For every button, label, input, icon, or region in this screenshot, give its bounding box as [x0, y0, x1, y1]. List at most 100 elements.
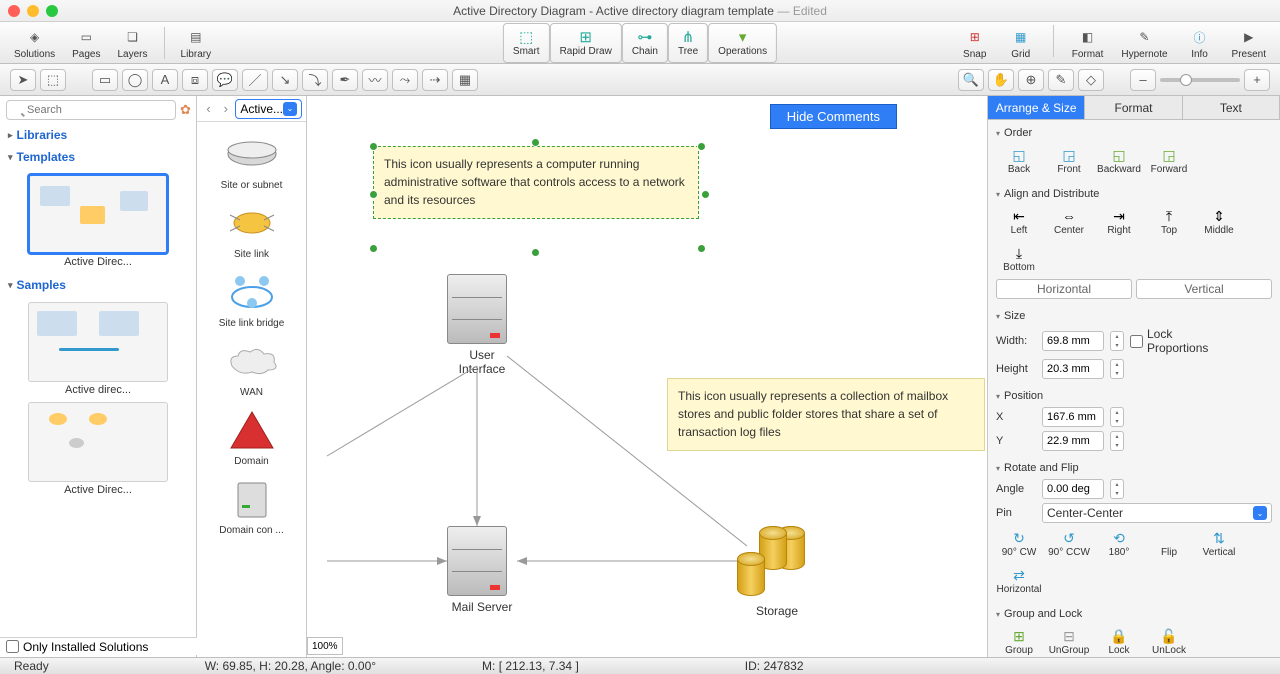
tab-format[interactable]: Format: [1085, 96, 1182, 119]
stencil-site-subnet[interactable]: Site or subnet: [197, 126, 306, 195]
libraries-header[interactable]: Libraries: [0, 124, 196, 146]
align-left[interactable]: ⇤Left: [996, 205, 1042, 238]
align-section[interactable]: Align and Distribute: [996, 185, 1272, 203]
select-tool[interactable]: ⬚: [40, 69, 66, 91]
only-installed-checkbox[interactable]: Only Installed Solutions: [0, 637, 197, 655]
table-tool[interactable]: ▦: [452, 69, 478, 91]
size-section[interactable]: Size: [996, 307, 1272, 325]
hide-comments-button[interactable]: Hide Comments: [770, 104, 897, 129]
flip-horizontal[interactable]: ⇄Horizontal: [996, 564, 1042, 597]
rotate-ccw[interactable]: ↺90° CCW: [1046, 527, 1092, 560]
forward-button[interactable]: ◲Forward: [1146, 144, 1192, 177]
node-user-interface[interactable]: User Interface: [447, 274, 517, 364]
samples-header[interactable]: Samples: [0, 274, 196, 296]
rotate-section[interactable]: Rotate and Flip: [996, 459, 1272, 477]
info-button[interactable]: ⓘInfo: [1178, 25, 1222, 60]
back-button[interactable]: ◱Back: [996, 144, 1042, 177]
x-input[interactable]: [1042, 407, 1104, 427]
ungroup-button[interactable]: ⊟UnGroup: [1046, 625, 1092, 657]
unlock-button[interactable]: 🔓UnLock: [1146, 625, 1192, 657]
chain-button[interactable]: ⊶Chain: [622, 23, 668, 63]
connector-tool[interactable]: ⤳: [392, 69, 418, 91]
distribute-h[interactable]: Horizontal: [996, 279, 1132, 299]
hand-tool[interactable]: ✋: [988, 69, 1014, 91]
zoom-slider[interactable]: [1160, 78, 1240, 82]
align-center[interactable]: ⇔Center: [1046, 205, 1092, 238]
smart-connector-tool[interactable]: ⇢: [422, 69, 448, 91]
align-bottom[interactable]: ⤓Bottom: [996, 242, 1042, 275]
text-tool[interactable]: A: [152, 69, 178, 91]
group-section[interactable]: Group and Lock: [996, 605, 1272, 623]
align-right[interactable]: ⇥Right: [1096, 205, 1142, 238]
stencil-selector[interactable]: Active...⌄: [235, 99, 302, 119]
sample-thumb-1[interactable]: [28, 302, 168, 382]
stencil-back-icon[interactable]: ‹: [201, 100, 216, 118]
canvas[interactable]: Hide Comments This icon usually represen…: [307, 96, 987, 657]
node-mail-server[interactable]: Mail Server: [447, 526, 517, 616]
spline-tool[interactable]: 〰: [362, 69, 388, 91]
zoom-out-icon[interactable]: –: [1130, 69, 1156, 91]
angle-input[interactable]: [1042, 479, 1104, 499]
align-middle[interactable]: ⇕Middle: [1196, 205, 1242, 238]
pen-tool[interactable]: ✒: [332, 69, 358, 91]
eyedropper-tool[interactable]: ✎: [1048, 69, 1074, 91]
group-button[interactable]: ⊞Group: [996, 625, 1042, 657]
format-button[interactable]: ◧Format: [1064, 25, 1112, 60]
lock-button[interactable]: 🔒Lock: [1096, 625, 1142, 657]
operations-button[interactable]: ▾Operations: [708, 23, 777, 63]
pointer-tool[interactable]: ➤: [10, 69, 36, 91]
library-button[interactable]: ▤Library: [173, 25, 220, 60]
zoom-tool[interactable]: 🔍: [958, 69, 984, 91]
tab-text[interactable]: Text: [1183, 96, 1280, 119]
lock-proportions[interactable]: Lock Proportions: [1130, 327, 1170, 355]
y-input[interactable]: [1042, 431, 1104, 451]
tree-button[interactable]: ⋔Tree: [668, 23, 708, 63]
angle-stepper[interactable]: ▴▾: [1110, 479, 1124, 499]
align-top[interactable]: ⤒Top: [1146, 205, 1192, 238]
width-input[interactable]: [1042, 331, 1104, 351]
height-input[interactable]: [1042, 359, 1104, 379]
backward-button[interactable]: ◱Backward: [1096, 144, 1142, 177]
grid-button[interactable]: ▦Grid: [999, 25, 1043, 60]
position-section[interactable]: Position: [996, 387, 1272, 405]
comment-1[interactable]: This icon usually represents a computer …: [373, 146, 699, 219]
present-button[interactable]: ▶Present: [1224, 25, 1274, 60]
height-stepper[interactable]: ▴▾: [1110, 359, 1124, 379]
snap-button[interactable]: ⊞Snap: [953, 25, 997, 60]
stencil-forward-icon[interactable]: ›: [218, 100, 233, 118]
zoom-in-icon[interactable]: +: [1244, 69, 1270, 91]
callout-tool[interactable]: 💬: [212, 69, 238, 91]
flip-vertical[interactable]: ⇅Vertical: [1196, 527, 1242, 560]
template-thumb-1[interactable]: [28, 174, 168, 254]
stencil-domain-controller[interactable]: Domain con ...: [197, 471, 306, 540]
favorite-icon[interactable]: ✿: [180, 102, 191, 118]
comment-2[interactable]: This icon usually represents a collectio…: [667, 378, 985, 451]
sample-thumb-2[interactable]: [28, 402, 168, 482]
stencil-site-link[interactable]: Site link: [197, 195, 306, 264]
rotate-180[interactable]: ⟲180°: [1096, 527, 1142, 560]
search-input[interactable]: [6, 100, 176, 120]
pages-button[interactable]: ▭Pages: [64, 25, 108, 60]
pin-select[interactable]: Center-Center⌄: [1042, 503, 1272, 523]
line-tool[interactable]: ／: [242, 69, 268, 91]
templates-header[interactable]: Templates: [0, 146, 196, 168]
front-button[interactable]: ◲Front: [1046, 144, 1092, 177]
layers-button[interactable]: ❏Layers: [110, 25, 156, 60]
arc-tool[interactable]: ⤵: [302, 69, 328, 91]
distribute-v[interactable]: Vertical: [1136, 279, 1272, 299]
rotate-cw[interactable]: ↻90° CW: [996, 527, 1042, 560]
x-stepper[interactable]: ▴▾: [1110, 407, 1124, 427]
zoom-level[interactable]: 100%: [307, 637, 343, 655]
rect-tool[interactable]: ▭: [92, 69, 118, 91]
order-section[interactable]: Order: [996, 124, 1272, 142]
smart-button[interactable]: ⬚Smart: [503, 23, 550, 63]
solutions-button[interactable]: ◈Solutions: [6, 25, 63, 60]
arrow-tool[interactable]: ↘: [272, 69, 298, 91]
stencil-wan[interactable]: WAN: [197, 333, 306, 402]
stencil-domain[interactable]: Domain: [197, 402, 306, 471]
stencil-site-link-bridge[interactable]: Site link bridge: [197, 264, 306, 333]
ellipse-tool[interactable]: ◯: [122, 69, 148, 91]
textbox-tool[interactable]: ⧈: [182, 69, 208, 91]
y-stepper[interactable]: ▴▾: [1110, 431, 1124, 451]
rapid-draw-button[interactable]: ⊞Rapid Draw: [550, 23, 622, 63]
